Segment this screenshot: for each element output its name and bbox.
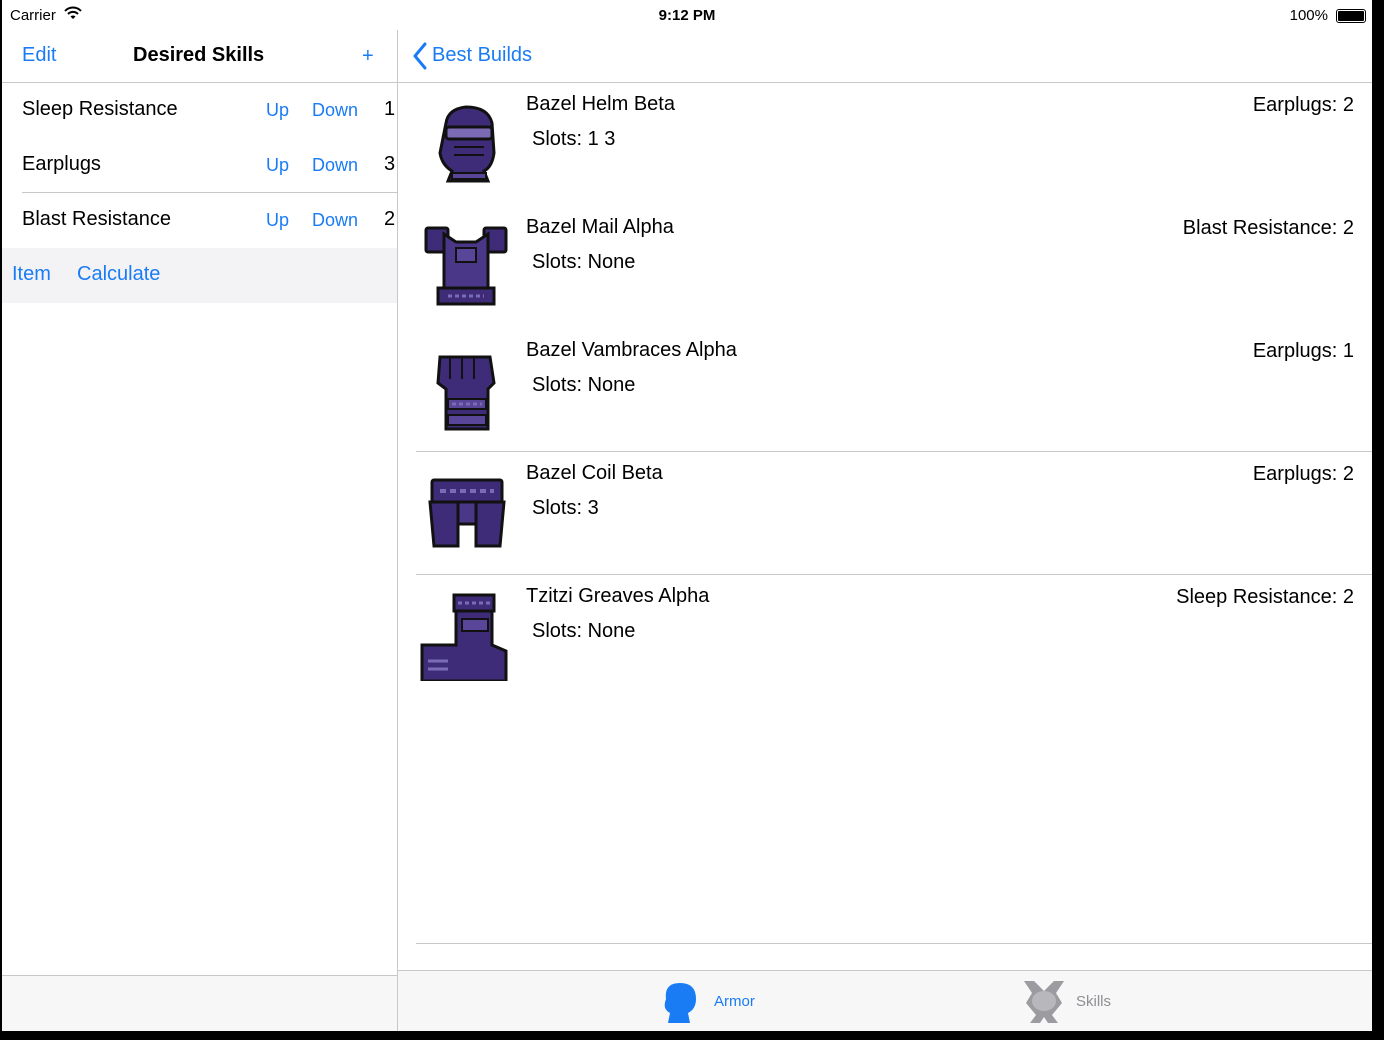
skill-name: Earplugs <box>22 153 101 175</box>
build-item-slots: Slots: 3 <box>532 497 599 519</box>
skill-row-earplugs: Earplugs Up Down 3 <box>2 138 397 193</box>
build-item-slots: Slots: 1 3 <box>532 128 616 150</box>
best-builds-nav-bar: Best Builds <box>398 30 1372 83</box>
build-item-skill: Earplugs: 2 <box>1252 94 1354 116</box>
build-item-name: Bazel Vambraces Alpha <box>526 339 737 361</box>
build-row[interactable]: Tzitzi Greaves Alpha Slots: None Sleep R… <box>416 575 1372 698</box>
build-item-slots: Slots: None <box>532 374 636 396</box>
gauntlet-icon <box>418 339 514 435</box>
tab-bar: Armor Skills <box>398 970 1372 1031</box>
action-bar: Item Calculate <box>2 248 397 303</box>
skill-row-sleep-resistance: Sleep Resistance Up Down 1 <box>2 83 397 138</box>
skill-up-button[interactable]: Up <box>266 155 289 176</box>
skill-down-button[interactable]: Down <box>312 155 358 176</box>
build-item-name: Bazel Coil Beta <box>526 462 663 484</box>
battery-icon <box>1336 9 1366 23</box>
item-button[interactable]: Item <box>12 263 51 286</box>
list-bottom-separator <box>416 943 1372 944</box>
skill-down-button[interactable]: Down <box>312 210 358 231</box>
build-item-name: Bazel Mail Alpha <box>526 216 674 238</box>
clock: 9:12 PM <box>658 7 716 24</box>
tab-label: Skills <box>1076 993 1112 1010</box>
skill-up-button[interactable]: Up <box>266 210 289 231</box>
skill-name: Sleep Resistance <box>22 98 178 120</box>
screen: Carrier 9:12 PM 100% Edit Desired Skills… <box>2 0 1372 1031</box>
page-title: Desired Skills <box>133 44 265 66</box>
skill-down-button[interactable]: Down <box>312 100 358 121</box>
battery-percent: 100% <box>1289 7 1328 24</box>
build-item-skill: Sleep Resistance: 2 <box>1176 586 1354 608</box>
waist-armor-icon <box>418 462 514 558</box>
edit-button[interactable]: Edit <box>22 44 56 67</box>
skill-level: 2 <box>384 208 396 230</box>
add-skill-button[interactable]: + <box>362 45 374 68</box>
build-row[interactable]: Bazel Mail Alpha Slots: None Blast Resis… <box>416 206 1372 329</box>
build-item-name: Tzitzi Greaves Alpha <box>526 585 710 607</box>
chevron-left-icon <box>412 42 428 75</box>
desired-skills-nav-bar: Edit Desired Skills + <box>2 30 397 83</box>
build-row[interactable]: Bazel Vambraces Alpha Slots: None Earplu… <box>416 329 1372 452</box>
build-item-skill: Earplugs: 1 <box>1252 340 1354 362</box>
build-item-skill: Earplugs: 2 <box>1252 463 1354 485</box>
tab-armor[interactable]: Armor <box>658 979 768 1025</box>
build-row[interactable]: Bazel Helm Beta Slots: 1 3 Earplugs: 2 <box>416 83 1372 206</box>
calculate-button[interactable]: Calculate <box>77 263 160 286</box>
skill-up-button[interactable]: Up <box>266 100 289 121</box>
tab-skills[interactable]: Skills <box>1022 979 1132 1025</box>
skill-row-blast-resistance: Blast Resistance Up Down 2 <box>2 193 397 248</box>
split-divider <box>397 30 398 1031</box>
skill-name: Blast Resistance <box>22 208 171 230</box>
build-item-slots: Slots: None <box>532 620 636 642</box>
chest-armor-icon <box>418 216 514 312</box>
build-item-skill: Blast Resistance: 2 <box>1182 217 1354 239</box>
back-button-label: Best Builds <box>432 44 533 66</box>
tab-label: Armor <box>714 993 755 1010</box>
helm-icon <box>418 93 514 189</box>
greaves-icon <box>418 585 514 683</box>
build-item-name: Bazel Helm Beta <box>526 93 675 115</box>
master-bottom-bar <box>2 975 397 1031</box>
desired-skills-pane: Edit Desired Skills + Sleep Resistance U… <box>2 30 397 1031</box>
armor-head-icon <box>658 979 698 1030</box>
skill-level: 3 <box>384 153 396 175</box>
build-item-slots: Slots: None <box>532 251 636 273</box>
skills-icon <box>1022 979 1066 1030</box>
build-row[interactable]: Bazel Coil Beta Slots: 3 Earplugs: 2 <box>416 452 1372 575</box>
status-bar: Carrier 9:12 PM 100% <box>2 0 1372 30</box>
skill-level: 1 <box>384 98 396 120</box>
